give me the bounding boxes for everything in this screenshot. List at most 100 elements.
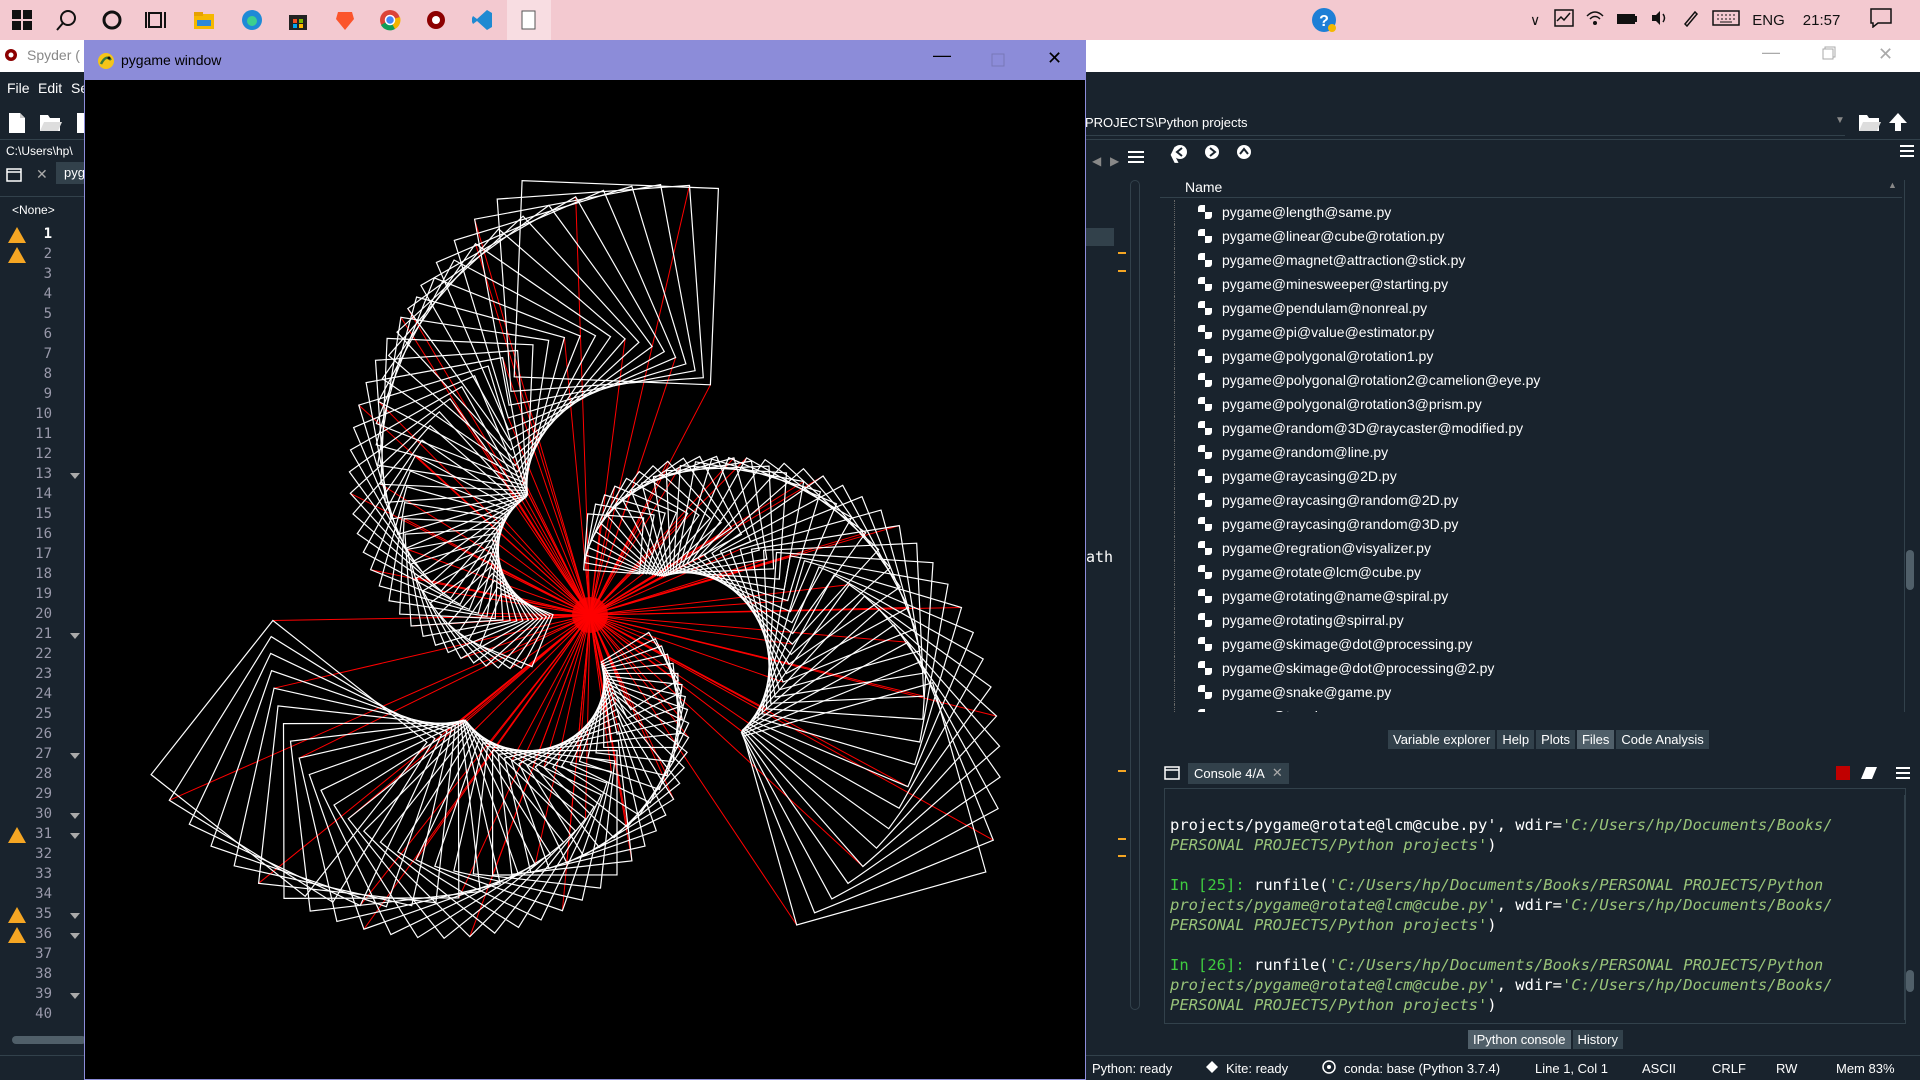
- restore-button[interactable]: [1822, 46, 1836, 63]
- editor-options-menu-icon[interactable]: [1128, 150, 1144, 167]
- forward-icon[interactable]: [1204, 144, 1220, 163]
- pygame-canvas[interactable]: [85, 80, 1085, 1080]
- close-button[interactable]: ✕: [1878, 44, 1893, 65]
- console-tab-close-icon[interactable]: ✕: [1272, 765, 1283, 781]
- editor-vertical-scrollbar[interactable]: [1130, 180, 1140, 1010]
- file-list-item[interactable]: pygame@pendulam@nonreal.py: [1174, 296, 1427, 320]
- new-file-icon[interactable]: [8, 112, 26, 137]
- console-scroll-thumb[interactable]: [1906, 970, 1914, 992]
- kite-status[interactable]: Kite: ready: [1226, 1061, 1288, 1076]
- edge-icon[interactable]: [240, 8, 264, 32]
- path-dropdown-arrow-icon[interactable]: ▼: [1835, 115, 1845, 126]
- fold-arrow-icon[interactable]: [70, 913, 80, 919]
- sort-arrow-icon[interactable]: ▲: [1888, 180, 1897, 190]
- warning-icon[interactable]: [8, 927, 26, 943]
- warning-icon[interactable]: [8, 227, 26, 243]
- spyder-icon[interactable]: [424, 8, 448, 32]
- pen-icon[interactable]: [1682, 9, 1700, 31]
- tab-plots[interactable]: Plots: [1536, 730, 1575, 749]
- stop-kernel-icon[interactable]: [1836, 766, 1850, 780]
- file-list-item[interactable]: pygame@polygonal@rotation1.py: [1174, 344, 1433, 368]
- editor-horizontal-scrollbar[interactable]: [12, 1036, 86, 1044]
- console-vertical-scrollbar[interactable]: [1904, 795, 1914, 1020]
- files-vertical-scrollbar[interactable]: [1904, 180, 1914, 712]
- file-list-item[interactable]: pygame@magnet@attraction@stick.py: [1174, 248, 1465, 272]
- fold-arrow-icon[interactable]: [70, 753, 80, 759]
- file-list-item[interactable]: pygame@snake@game.py: [1174, 680, 1391, 704]
- task-view-icon[interactable]: [144, 8, 168, 32]
- fold-arrow-icon[interactable]: [70, 813, 80, 819]
- open-folder-icon[interactable]: [39, 112, 63, 135]
- working-directory-path[interactable]: PROJECTS\Python projects: [1085, 115, 1248, 130]
- console-options-menu-icon[interactable]: [1896, 766, 1910, 783]
- file-list-item[interactable]: pygame@polygonal@rotation2@camelion@eye.…: [1174, 368, 1540, 392]
- pygame-maximize-button[interactable]: [991, 53, 1005, 70]
- browse-folder-icon[interactable]: [1858, 112, 1882, 135]
- menu-edit[interactable]: Edit: [38, 80, 62, 96]
- tab-ipython-console[interactable]: IPython console: [1468, 1030, 1571, 1049]
- minimize-button[interactable]: —: [1762, 42, 1780, 63]
- scroll-left-icon[interactable]: ◀: [1092, 154, 1101, 168]
- windows-start-icon[interactable]: [10, 8, 34, 32]
- file-list-item[interactable]: pygame@rotating@spirral.py: [1174, 608, 1404, 632]
- vscode-icon[interactable]: [470, 8, 494, 32]
- pygame-minimize-button[interactable]: —: [933, 45, 951, 66]
- clear-console-icon[interactable]: [1860, 765, 1878, 784]
- files-header[interactable]: Name ▲: [1160, 176, 1902, 198]
- pygame-window[interactable]: pygame window — ✕: [84, 40, 1086, 1080]
- battery-icon[interactable]: [1616, 12, 1638, 29]
- fold-arrow-icon[interactable]: [70, 993, 80, 999]
- chrome-icon[interactable]: [378, 8, 402, 32]
- chevron-up-icon[interactable]: ∨: [1530, 12, 1540, 29]
- keyboard-icon[interactable]: [1712, 10, 1740, 30]
- language-indicator[interactable]: ENG: [1752, 12, 1785, 29]
- tab-help[interactable]: Help: [1497, 730, 1535, 749]
- file-list-item[interactable]: pygame@rotate@lcm@cube.py: [1174, 560, 1421, 584]
- tab-files[interactable]: Files: [1576, 730, 1615, 749]
- volume-icon[interactable]: [1650, 10, 1670, 30]
- tab-code-analysis[interactable]: Code Analysis: [1616, 730, 1709, 749]
- editor-browse-tabs-icon[interactable]: [6, 168, 22, 185]
- warning-icon[interactable]: [8, 907, 26, 923]
- files-options-menu-icon[interactable]: [1900, 144, 1914, 161]
- scroll-right-icon[interactable]: ▶: [1110, 154, 1119, 168]
- outline-selector[interactable]: <None>: [12, 203, 55, 217]
- notification-icon[interactable]: [1870, 8, 1893, 32]
- file-list-item[interactable]: pygame@minesweeper@starting.py: [1174, 272, 1448, 296]
- file-explorer-icon[interactable]: [192, 8, 216, 32]
- fold-arrow-icon[interactable]: [70, 933, 80, 939]
- up-directory-icon[interactable]: [1236, 144, 1252, 163]
- console-tab[interactable]: Console 4/A ✕: [1188, 763, 1289, 784]
- file-list-item[interactable]: pygame@raycasing@random@2D.py: [1174, 488, 1458, 512]
- conda-env-status[interactable]: conda: base (Python 3.7.4): [1344, 1061, 1500, 1076]
- task-manager-icon[interactable]: [1554, 9, 1574, 31]
- working-directory-bar[interactable]: PROJECTS\Python projects ▼: [1085, 110, 1845, 136]
- pygame-close-button[interactable]: ✕: [1047, 48, 1062, 69]
- files-scroll-thumb[interactable]: [1906, 550, 1914, 590]
- file-list-item[interactable]: pygame@pi@value@estimator.py: [1174, 320, 1434, 344]
- editor-file-tab[interactable]: pyg: [56, 162, 86, 184]
- file-list-item[interactable]: pygame@regration@visyalizer.py: [1174, 536, 1431, 560]
- file-list-item[interactable]: pygame@terrain.py: [1174, 704, 1344, 712]
- file-list-item[interactable]: pygame@raycasing@random@3D.py: [1174, 512, 1458, 536]
- search-icon[interactable]: [55, 8, 79, 32]
- fold-arrow-icon[interactable]: [70, 473, 80, 479]
- blank-window-icon[interactable]: [517, 8, 541, 32]
- parent-directory-icon[interactable]: [1888, 112, 1908, 135]
- pygame-title-bar[interactable]: pygame window — ✕: [85, 41, 1085, 80]
- file-list-item[interactable]: pygame@skimage@dot@processing.py: [1174, 632, 1472, 656]
- file-list-item[interactable]: pygame@skimage@dot@processing@2.py: [1174, 656, 1494, 680]
- console-output[interactable]: projects/pygame@rotate@lcm@cube.py', wdi…: [1170, 795, 1910, 1015]
- file-list-item[interactable]: pygame@random@3D@raycaster@modified.py: [1174, 416, 1523, 440]
- cortana-icon[interactable]: [100, 8, 124, 32]
- tab-variable-explorer[interactable]: Variable explorer: [1388, 730, 1496, 749]
- warning-icon[interactable]: [8, 827, 26, 843]
- file-list-item[interactable]: pygame@polygonal@rotation3@prism.py: [1174, 392, 1482, 416]
- file-list-item[interactable]: pygame@raycasing@2D.py: [1174, 464, 1397, 488]
- clock[interactable]: 21:57: [1803, 12, 1841, 29]
- fold-arrow-icon[interactable]: [70, 833, 80, 839]
- fold-arrow-icon[interactable]: [70, 633, 80, 639]
- file-list-item[interactable]: pygame@random@line.py: [1174, 440, 1388, 464]
- help-icon[interactable]: ?: [1310, 6, 1338, 34]
- warning-icon[interactable]: [8, 247, 26, 263]
